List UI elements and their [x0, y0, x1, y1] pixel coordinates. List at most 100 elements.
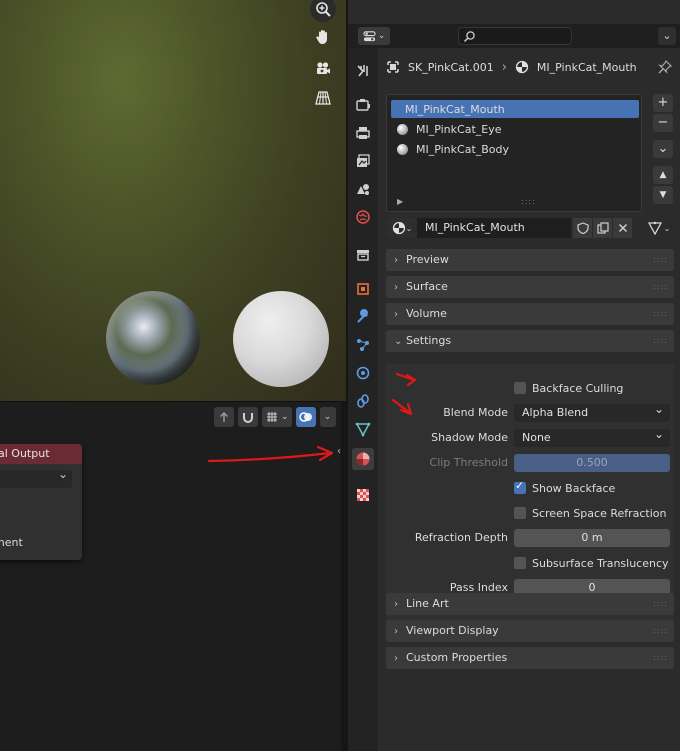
- object-data-tab-icon[interactable]: [352, 418, 374, 440]
- drag-grip-icon[interactable]: ::::: [653, 620, 668, 642]
- panel-preview[interactable]: › Preview ::::: [386, 249, 674, 271]
- screen-space-refraction-checkbox[interactable]: Screen Space Refraction: [514, 503, 667, 523]
- overlay-dropdown-button[interactable]: ⌄: [319, 407, 336, 427]
- physics-tab-icon[interactable]: [352, 362, 374, 384]
- backface-culling-row: Backface Culling: [386, 378, 674, 398]
- checkbox-box: [514, 382, 526, 394]
- modifier-wrench-icon[interactable]: [352, 306, 374, 328]
- pin-icon[interactable]: [658, 59, 673, 77]
- world-tab-icon[interactable]: [352, 206, 374, 228]
- link-data-dropdown[interactable]: ⌄: [642, 218, 676, 238]
- show-backface-checkbox[interactable]: Show Backface: [514, 478, 615, 498]
- material-name-field[interactable]: MI_PinkCat_Mouth: [417, 218, 571, 238]
- material-ball-icon: [397, 143, 408, 155]
- drag-grip-icon[interactable]: ::::: [653, 276, 668, 298]
- drag-grip-icon[interactable]: ::::: [653, 249, 668, 271]
- properties-editor: ⌄ ⌄ SK_PinkCat.001 › MI_PinkCat_Mouth MI…: [346, 0, 680, 751]
- slot-specials-button[interactable]: ⌄: [653, 140, 673, 158]
- output-tab-icon[interactable]: [352, 122, 374, 144]
- refraction-depth-row: Refraction Depth 0 m: [386, 528, 674, 548]
- fake-user-shield-icon[interactable]: [573, 218, 592, 238]
- subsurface-translucency-checkbox[interactable]: Subsurface Translucency: [514, 553, 669, 573]
- scene-tab-icon[interactable]: [352, 178, 374, 200]
- slot-label: MI_PinkCat_Body: [416, 142, 510, 156]
- collection-tab-icon[interactable]: [352, 244, 374, 266]
- close-icon[interactable]: [613, 218, 632, 238]
- checkbox-label: Subsurface Translucency: [532, 556, 669, 570]
- hdri-diffuse-sphere: [233, 291, 329, 387]
- list-filter-expand-icon[interactable]: ▶: [397, 197, 403, 206]
- parent-node-tree-button[interactable]: [214, 407, 234, 427]
- refraction-depth-label: Refraction Depth: [414, 531, 508, 544]
- duplicate-icon[interactable]: [593, 218, 612, 238]
- tool-tab-icon[interactable]: [352, 60, 374, 82]
- node-target-dropdown[interactable]: [0, 467, 72, 488]
- breadcrumb-object: SK_PinkCat.001: [408, 60, 494, 74]
- properties-tab-bar: [348, 48, 378, 751]
- 3d-viewport[interactable]: [0, 0, 346, 401]
- constraints-tab-icon[interactable]: [352, 390, 374, 412]
- node-editor[interactable]: ⌄ ⌄ al Output ment ‹: [0, 401, 346, 751]
- breadcrumb-separator-icon: ›: [501, 59, 507, 75]
- panel-title: Volume: [406, 307, 447, 320]
- overlay-toggle-button[interactable]: [295, 407, 316, 427]
- snap-grid-dropdown[interactable]: ⌄: [262, 407, 292, 427]
- blend-mode-select[interactable]: Alpha Blend: [514, 400, 670, 422]
- hdri-reflective-sphere: [106, 291, 200, 385]
- chevron-right-icon: ›: [394, 653, 398, 664]
- backface-culling-checkbox[interactable]: Backface Culling: [514, 378, 623, 398]
- refraction-depth-field[interactable]: 0 m: [514, 529, 670, 547]
- move-slot-down-button[interactable]: ▼: [653, 186, 673, 204]
- render-tab-icon[interactable]: [352, 94, 374, 116]
- add-slot-button[interactable]: +: [653, 94, 673, 112]
- move-slot-up-button[interactable]: ▲: [653, 166, 673, 184]
- shadow-mode-label: Shadow Mode: [431, 431, 508, 444]
- view-layer-tab-icon[interactable]: [352, 150, 374, 172]
- node-socket-label: ment: [0, 536, 23, 549]
- camera-icon[interactable]: [310, 56, 336, 82]
- object-tab-icon[interactable]: [352, 278, 374, 300]
- checkbox-label: Show Backface: [532, 481, 616, 495]
- options-dropdown-button[interactable]: ⌄: [658, 27, 676, 45]
- material-icon: [392, 221, 405, 235]
- panel-title: Line Art: [406, 597, 449, 610]
- list-item[interactable]: MI_PinkCat_Mouth: [391, 100, 639, 118]
- slot-label: MI_PinkCat_Eye: [416, 122, 502, 136]
- panel-title: Viewport Display: [406, 624, 499, 637]
- drag-grip-icon[interactable]: ::::: [653, 647, 668, 669]
- search-input[interactable]: [458, 27, 572, 45]
- material-tab-icon[interactable]: [352, 448, 374, 470]
- clip-threshold-row: Clip Threshold 0.500: [386, 453, 674, 473]
- chevron-right-icon: ›: [394, 282, 398, 293]
- snapping-magnet-icon[interactable]: [238, 407, 258, 427]
- list-resize-grip[interactable]: ::::: [521, 197, 536, 206]
- panel-settings[interactable]: ⌄ Settings ::::: [386, 330, 674, 352]
- panel-custom-properties[interactable]: › Custom Properties ::::: [386, 647, 674, 669]
- properties-header: ⌄ ⌄: [348, 24, 680, 48]
- panel-volume[interactable]: › Volume ::::: [386, 303, 674, 325]
- hand-pan-icon[interactable]: [310, 24, 336, 50]
- panel-viewport-display[interactable]: › Viewport Display ::::: [386, 620, 674, 642]
- sidebar-toggle-arrow-icon[interactable]: ‹: [337, 446, 341, 457]
- panel-line-art[interactable]: › Line Art ::::: [386, 593, 674, 615]
- drag-grip-icon[interactable]: ::::: [653, 303, 668, 325]
- perspective-grid-icon[interactable]: [310, 85, 336, 111]
- material-slot-list: MI_PinkCat_Mouth MI_PinkCat_Eye MI_PinkC…: [386, 94, 642, 212]
- list-item[interactable]: MI_PinkCat_Body: [391, 140, 639, 158]
- browse-material-button[interactable]: ⌄: [388, 218, 416, 238]
- texture-tab-icon[interactable]: [352, 484, 374, 506]
- chevron-right-icon: ›: [394, 599, 398, 610]
- shadow-mode-row: Shadow Mode None: [386, 425, 674, 448]
- list-item[interactable]: MI_PinkCat_Eye: [391, 120, 639, 138]
- panel-surface[interactable]: › Surface ::::: [386, 276, 674, 298]
- editor-type-button[interactable]: ⌄: [358, 27, 390, 45]
- shadow-mode-select[interactable]: None: [514, 425, 670, 447]
- particles-tab-icon[interactable]: [352, 334, 374, 356]
- panel-title: Settings: [406, 334, 452, 347]
- remove-slot-button[interactable]: −: [653, 114, 673, 132]
- zoom-icon[interactable]: [310, 0, 336, 22]
- drag-grip-icon[interactable]: ::::: [653, 593, 668, 615]
- drag-grip-icon[interactable]: ::::: [653, 330, 668, 352]
- material-output-node[interactable]: al Output ment: [0, 444, 82, 560]
- clip-threshold-field[interactable]: 0.500: [514, 454, 670, 472]
